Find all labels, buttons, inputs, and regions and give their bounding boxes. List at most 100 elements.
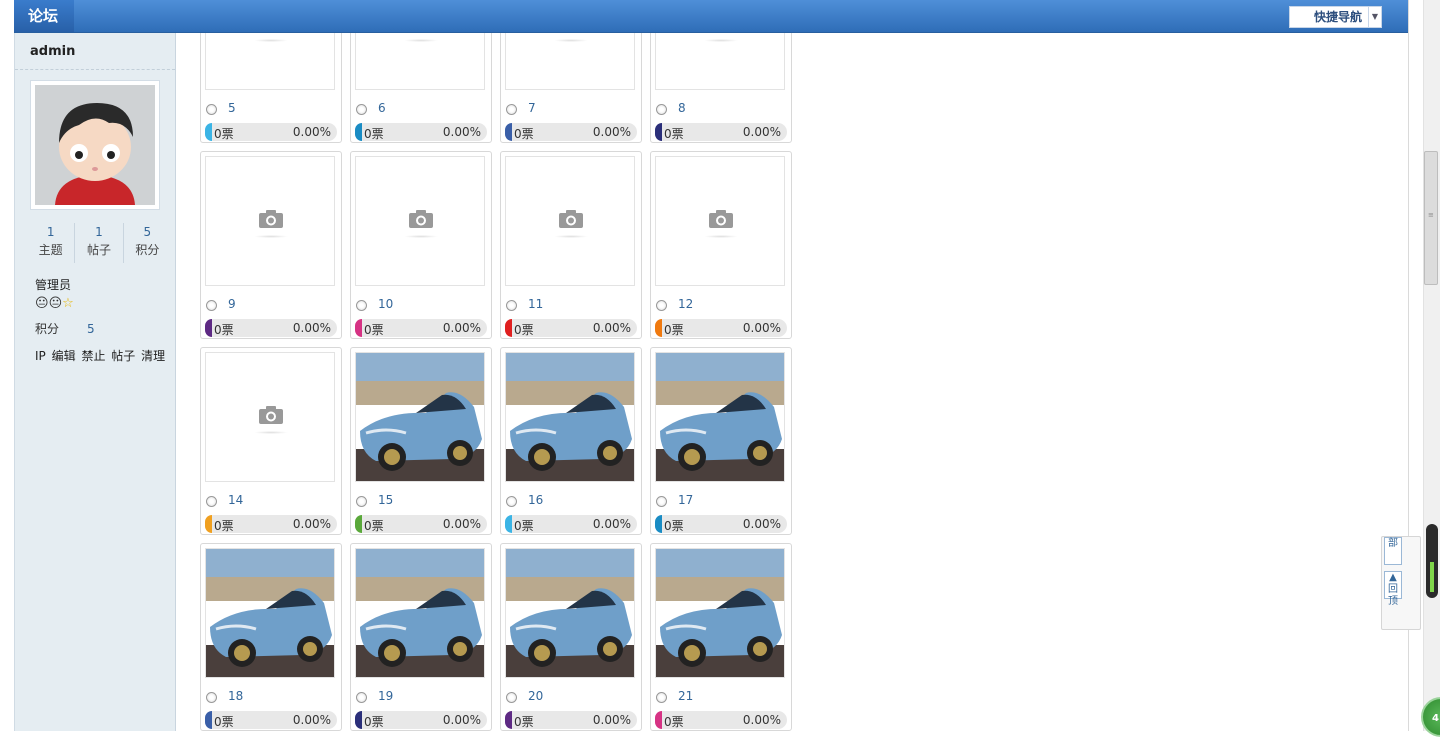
option-number[interactable]: 18 bbox=[228, 689, 243, 703]
option-image[interactable] bbox=[355, 156, 485, 286]
poll-option: 14 0票 0.00% bbox=[200, 347, 342, 535]
option-image[interactable] bbox=[205, 156, 335, 286]
camera-icon bbox=[259, 210, 283, 228]
option-number[interactable]: 16 bbox=[528, 493, 543, 507]
vote-count: 0票 bbox=[664, 127, 684, 141]
option-radio[interactable] bbox=[206, 692, 217, 703]
vote-percent: 0.00% bbox=[742, 517, 781, 531]
option-image[interactable] bbox=[205, 352, 335, 482]
poll-option: 12 0票 0.00% bbox=[650, 151, 792, 339]
option-number[interactable]: 10 bbox=[378, 297, 393, 311]
option-number[interactable]: 17 bbox=[678, 493, 693, 507]
stat-topics-count[interactable]: 1 bbox=[27, 223, 74, 241]
option-number[interactable]: 7 bbox=[528, 101, 536, 115]
option-radio[interactable] bbox=[356, 692, 367, 703]
option-image[interactable] bbox=[355, 548, 485, 678]
scroll-bottom-button[interactable]: 部 bbox=[1384, 537, 1402, 565]
divider bbox=[15, 69, 175, 70]
vote-bar-fill bbox=[505, 515, 512, 533]
option-radio[interactable] bbox=[656, 104, 667, 115]
admin-link-edit[interactable]: 编辑 bbox=[52, 349, 76, 363]
admin-link-ip[interactable]: IP bbox=[35, 349, 46, 363]
forum-tab[interactable]: 论坛 bbox=[14, 0, 74, 32]
option-radio[interactable] bbox=[656, 496, 667, 507]
vote-bar-fill bbox=[655, 711, 662, 729]
vote-count: 0票 bbox=[514, 519, 534, 533]
option-radio[interactable] bbox=[506, 692, 517, 703]
vote-bar: 0票 0.00% bbox=[355, 319, 487, 337]
vote-count: 0票 bbox=[664, 323, 684, 337]
vote-percent: 0.00% bbox=[292, 517, 331, 531]
option-radio[interactable] bbox=[506, 300, 517, 311]
quick-nav-button[interactable]: 快捷导航 ▼ bbox=[1289, 6, 1382, 28]
vote-percent: 0.00% bbox=[292, 125, 331, 139]
smiley-icon: 😐 bbox=[35, 296, 49, 311]
option-number[interactable]: 20 bbox=[528, 689, 543, 703]
stat-posts[interactable]: 1 帖子 bbox=[75, 223, 124, 263]
stat-points-count[interactable]: 5 bbox=[124, 223, 171, 241]
avatar-frame[interactable] bbox=[30, 80, 160, 210]
vote-count: 0票 bbox=[364, 323, 384, 337]
option-radio[interactable] bbox=[356, 496, 367, 507]
option-radio[interactable] bbox=[206, 300, 217, 311]
option-radio[interactable] bbox=[356, 104, 367, 115]
option-image[interactable] bbox=[655, 352, 785, 482]
vote-percent: 0.00% bbox=[592, 517, 631, 531]
admin-link-clean[interactable]: 清理 bbox=[141, 349, 165, 363]
option-number[interactable]: 19 bbox=[378, 689, 393, 703]
option-radio[interactable] bbox=[656, 692, 667, 703]
car-photo bbox=[506, 353, 634, 481]
option-number[interactable]: 6 bbox=[378, 101, 386, 115]
username[interactable]: admin bbox=[30, 44, 75, 59]
option-radio[interactable] bbox=[506, 496, 517, 507]
poll-option: 20 0票 0.00% bbox=[500, 543, 642, 731]
option-number[interactable]: 9 bbox=[228, 297, 236, 311]
option-image[interactable] bbox=[355, 352, 485, 482]
option-number[interactable]: 8 bbox=[678, 101, 686, 115]
option-number[interactable]: 12 bbox=[678, 297, 693, 311]
user-role[interactable]: 管理员 bbox=[35, 276, 71, 293]
option-radio[interactable] bbox=[206, 104, 217, 115]
car-photo bbox=[656, 353, 784, 481]
volume-slider[interactable] bbox=[1426, 524, 1438, 598]
stat-posts-count[interactable]: 1 bbox=[75, 223, 122, 241]
poll-option: 21 0票 0.00% bbox=[650, 543, 792, 731]
scrollbar-thumb[interactable]: ≡ bbox=[1424, 151, 1438, 285]
top-nav-bar: 论坛 快捷导航 ▼ bbox=[14, 0, 1408, 33]
option-image[interactable] bbox=[655, 548, 785, 678]
option-number[interactable]: 15 bbox=[378, 493, 393, 507]
option-image[interactable] bbox=[655, 156, 785, 286]
vote-bar: 0票 0.00% bbox=[205, 515, 337, 533]
scrollbar[interactable] bbox=[1423, 0, 1440, 731]
option-image[interactable] bbox=[505, 156, 635, 286]
vote-count: 0票 bbox=[364, 127, 384, 141]
avatar[interactable] bbox=[35, 85, 155, 205]
option-number[interactable]: 11 bbox=[528, 297, 543, 311]
vote-count: 0票 bbox=[214, 127, 234, 141]
option-image[interactable] bbox=[205, 548, 335, 678]
car-photo bbox=[206, 549, 334, 677]
admin-link-posts[interactable]: 帖子 bbox=[111, 349, 135, 363]
option-radio[interactable] bbox=[206, 496, 217, 507]
option-image[interactable] bbox=[505, 352, 635, 482]
vote-bar-fill bbox=[655, 123, 662, 141]
back-to-top-button[interactable]: ▲ 回顶 bbox=[1384, 571, 1402, 607]
option-number[interactable]: 5 bbox=[228, 101, 236, 115]
poll-option: 19 0票 0.00% bbox=[350, 543, 492, 731]
admin-link-ban[interactable]: 禁止 bbox=[81, 349, 105, 363]
option-number[interactable]: 14 bbox=[228, 493, 243, 507]
option-radio[interactable] bbox=[356, 300, 367, 311]
stat-topics[interactable]: 1 主题 bbox=[27, 223, 76, 263]
option-radio[interactable] bbox=[656, 300, 667, 311]
vote-percent: 0.00% bbox=[442, 517, 481, 531]
vote-percent: 0.00% bbox=[742, 321, 781, 335]
vote-bar: 0票 0.00% bbox=[505, 319, 637, 337]
option-image[interactable] bbox=[505, 548, 635, 678]
option-radio[interactable] bbox=[506, 104, 517, 115]
stat-points[interactable]: 5 积分 bbox=[124, 223, 171, 263]
vote-bar: 0票 0.00% bbox=[205, 123, 337, 141]
scroll-bottom-label: 部 bbox=[1388, 538, 1398, 549]
vote-bar: 0票 0.00% bbox=[655, 515, 787, 533]
option-number[interactable]: 21 bbox=[678, 689, 693, 703]
car-photo bbox=[506, 549, 634, 677]
